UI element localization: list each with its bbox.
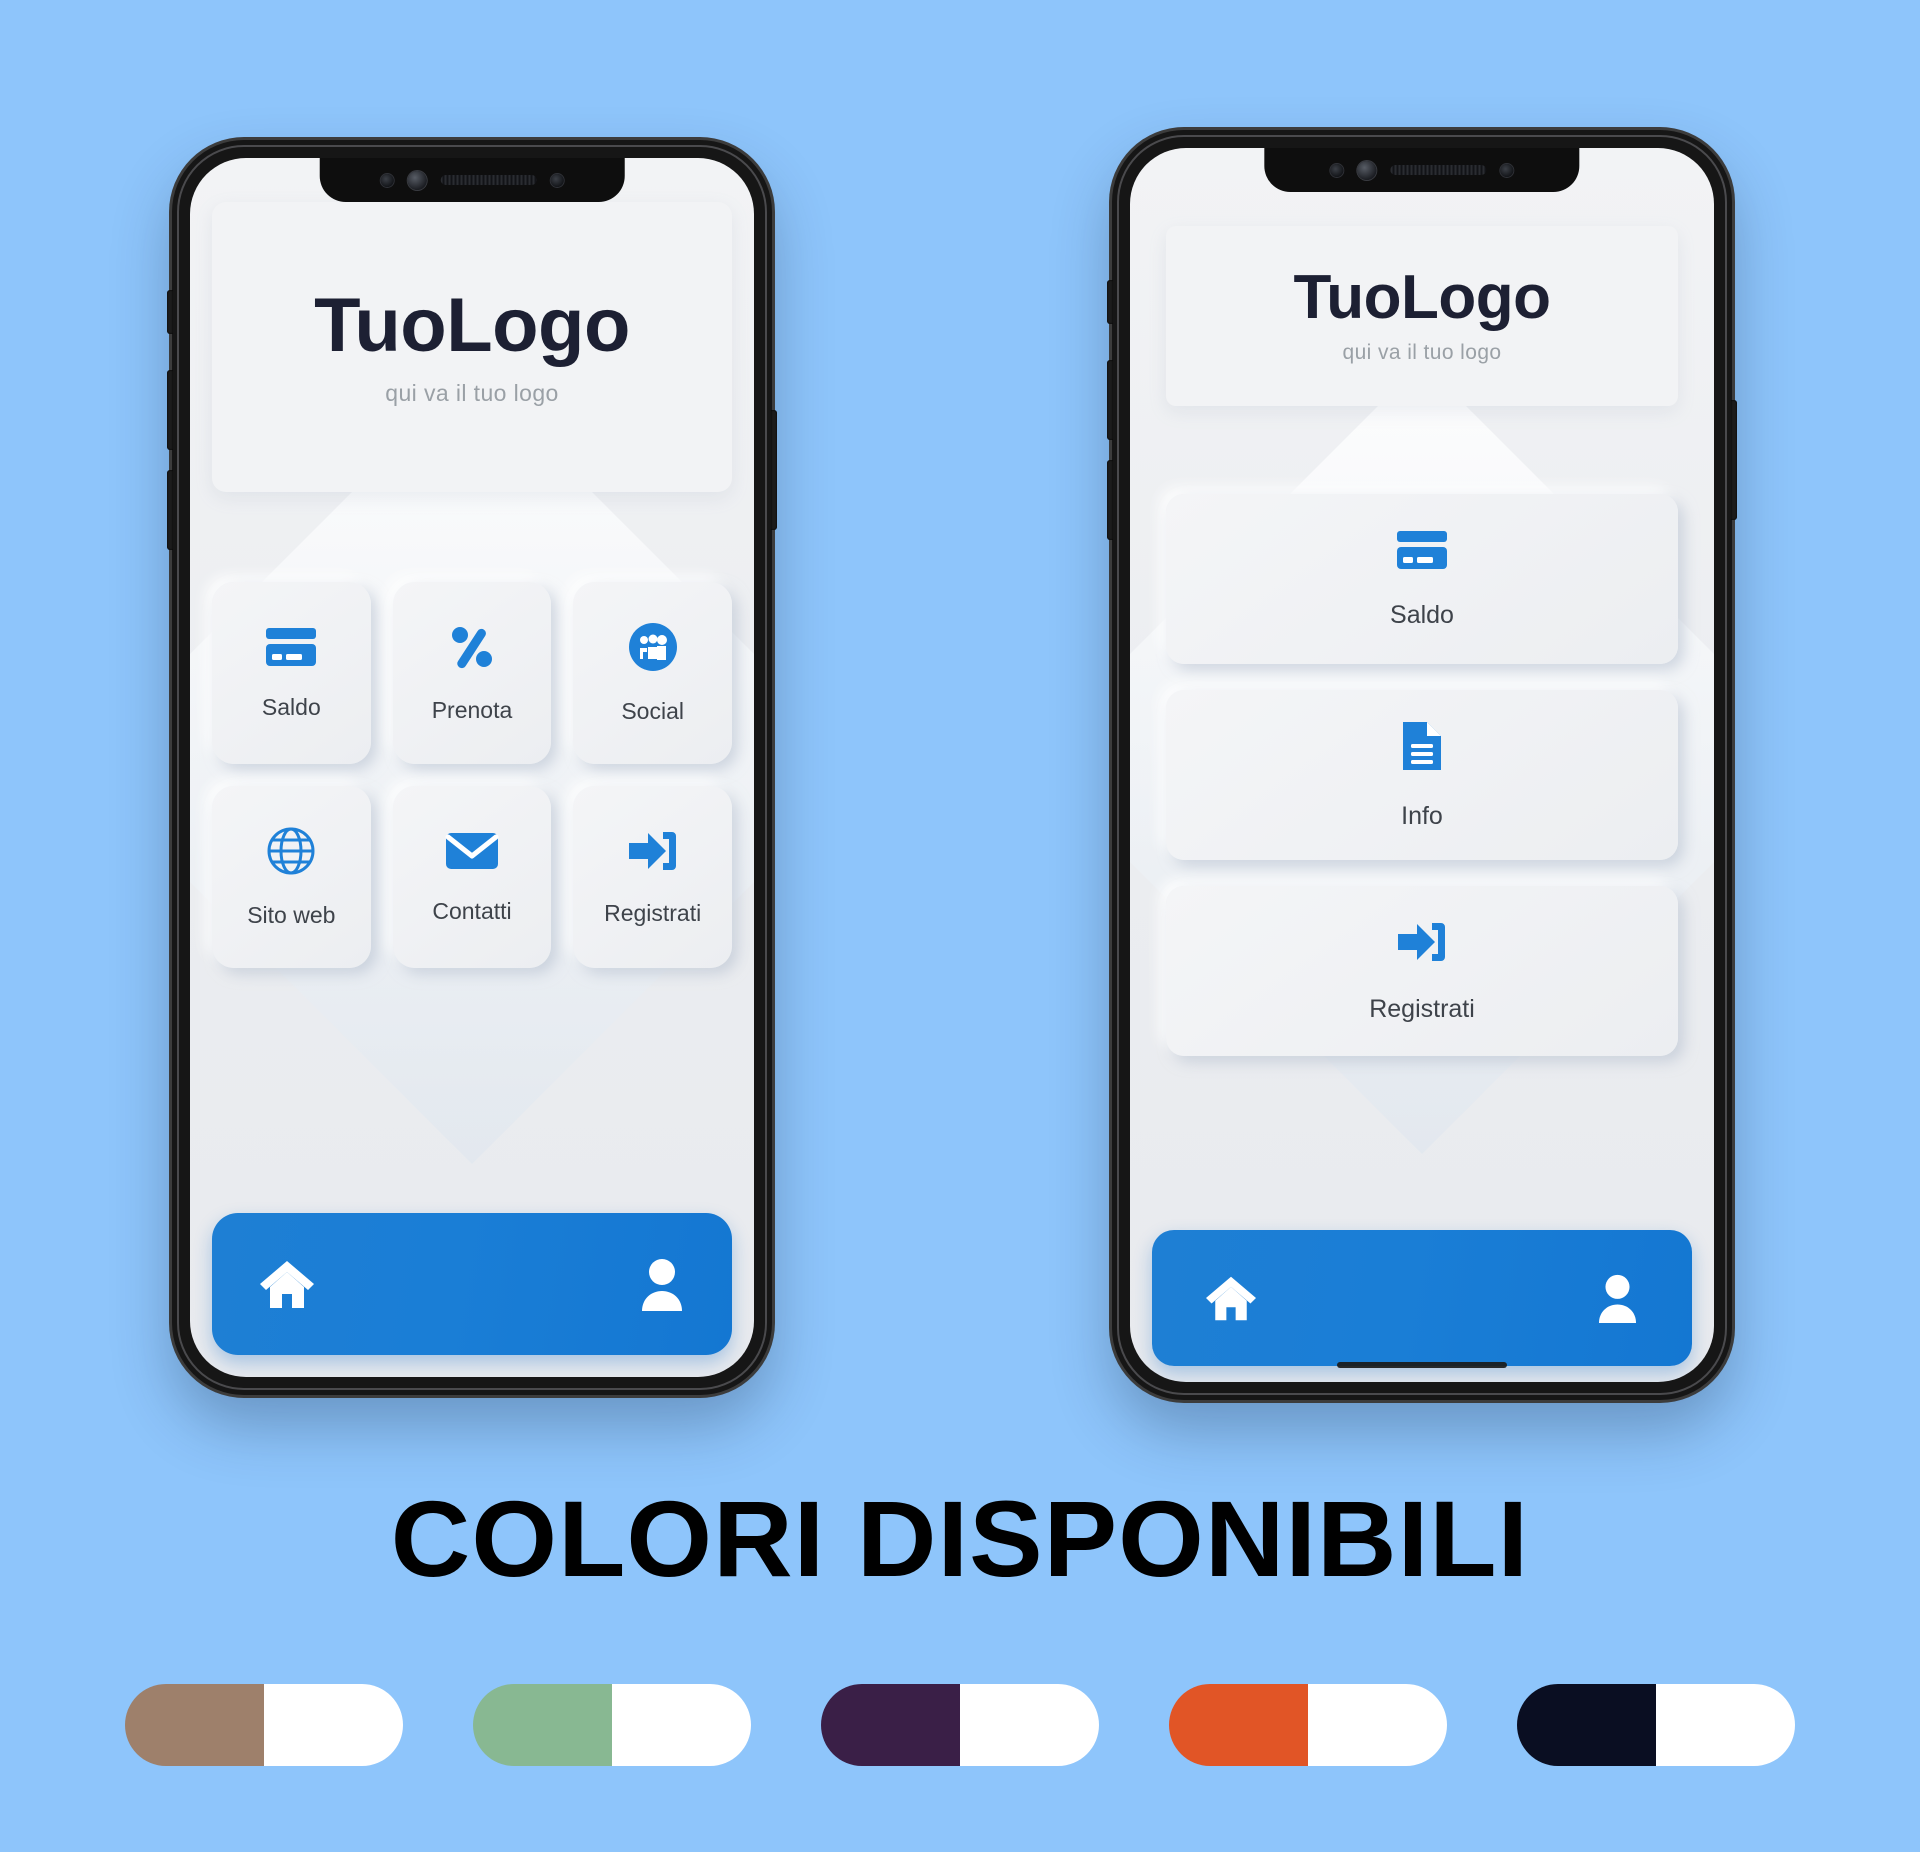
swatch-primary-half xyxy=(821,1684,960,1766)
card-label: Saldo xyxy=(1390,600,1454,629)
card-saldo[interactable]: Saldo xyxy=(1166,494,1678,664)
credit-card-icon xyxy=(264,626,318,668)
proximity-sensor-icon xyxy=(380,173,394,187)
swatch-orange[interactable] xyxy=(1169,1684,1447,1766)
phone1-bottom-nav xyxy=(212,1213,732,1355)
tile-label: Prenota xyxy=(431,696,513,723)
power-button[interactable] xyxy=(1731,400,1737,520)
login-arrow-icon xyxy=(627,828,679,874)
swatch-green[interactable] xyxy=(473,1684,751,1766)
home-icon[interactable] xyxy=(1204,1273,1258,1323)
phone1-tile-grid: Saldo Prenota Social Sito web Contatti R… xyxy=(212,582,732,968)
swatch-secondary-half xyxy=(264,1684,403,1766)
swatch-primary-half xyxy=(473,1684,612,1766)
phone2-logo-header: TuoLogo qui va il tuo logo xyxy=(1166,226,1678,406)
tile-label: Sito web xyxy=(247,901,336,928)
phone2-notch xyxy=(1264,148,1580,192)
social-group-icon xyxy=(628,622,678,672)
tile-social[interactable]: Social xyxy=(573,582,732,764)
color-swatch-row xyxy=(0,1684,1920,1766)
swatch-secondary-half xyxy=(1308,1684,1447,1766)
phone1-notch xyxy=(319,158,625,202)
swatch-primary-half xyxy=(1517,1684,1656,1766)
phone1-logo-header: TuoLogo qui va il tuo logo xyxy=(212,202,732,492)
home-indicator xyxy=(1337,1362,1507,1368)
swatch-primary-half xyxy=(1169,1684,1308,1766)
phone1-logo-subtitle: qui va il tuo logo xyxy=(385,379,559,406)
volume-up-button[interactable] xyxy=(1107,360,1113,440)
percent-icon xyxy=(448,623,496,671)
poster-canvas: { "poster": { "background_color": "#8ec5… xyxy=(0,0,1920,1852)
mute-switch[interactable] xyxy=(1107,280,1113,324)
tile-registrati[interactable]: Registrati xyxy=(573,786,732,968)
swatch-brown[interactable] xyxy=(125,1684,403,1766)
phone2-logo-subtitle: qui va il tuo logo xyxy=(1342,341,1502,364)
mute-switch[interactable] xyxy=(167,290,173,334)
home-icon[interactable] xyxy=(258,1257,316,1311)
globe-icon xyxy=(266,826,316,876)
front-camera-icon xyxy=(1357,160,1377,180)
swatch-secondary-half xyxy=(960,1684,1099,1766)
swatch-secondary-half xyxy=(1656,1684,1795,1766)
login-arrow-icon xyxy=(1396,919,1448,965)
tile-prenota[interactable]: Prenota xyxy=(392,582,552,764)
tile-label: Social xyxy=(621,697,684,724)
volume-down-button[interactable] xyxy=(167,470,173,550)
front-camera-icon xyxy=(407,170,427,190)
ambient-light-sensor-icon xyxy=(550,173,564,187)
tile-label: Saldo xyxy=(261,693,321,720)
proximity-sensor-icon xyxy=(1330,163,1344,177)
card-label: Info xyxy=(1401,801,1443,830)
credit-card-icon xyxy=(1395,529,1449,571)
swatch-primary-half xyxy=(125,1684,264,1766)
phone1-logo-title: TuoLogo xyxy=(314,282,630,368)
envelope-icon xyxy=(445,830,499,872)
earpiece-speaker-icon xyxy=(440,175,537,185)
profile-icon[interactable] xyxy=(638,1257,686,1311)
phone2-bottom-nav xyxy=(1152,1230,1692,1366)
volume-down-button[interactable] xyxy=(1107,460,1113,540)
swatch-secondary-half xyxy=(612,1684,751,1766)
tile-contatti[interactable]: Contatti xyxy=(392,786,552,968)
tile-saldo[interactable]: Saldo xyxy=(212,582,371,764)
colors-heading: COLORI DISPONIBILI xyxy=(390,1478,1530,1599)
phone2-screen: TuoLogo qui va il tuo logo Saldo Info Re… xyxy=(1130,148,1714,1382)
profile-icon[interactable] xyxy=(1595,1273,1640,1323)
volume-up-button[interactable] xyxy=(167,370,173,450)
swatch-navy[interactable] xyxy=(1517,1684,1795,1766)
ambient-light-sensor-icon xyxy=(1500,163,1514,177)
document-icon xyxy=(1401,720,1443,772)
tile-label: Registrati xyxy=(604,899,702,926)
card-label: Registrati xyxy=(1369,994,1475,1023)
tile-label: Contatti xyxy=(432,897,512,924)
phone1-screen: TuoLogo qui va il tuo logo Saldo Prenota… xyxy=(190,158,754,1377)
swatch-purple[interactable] xyxy=(821,1684,1099,1766)
phone-mockup-stack-layout: TuoLogo qui va il tuo logo Saldo Info Re… xyxy=(1107,130,1737,1400)
card-info[interactable]: Info xyxy=(1166,690,1678,860)
phone2-logo-title: TuoLogo xyxy=(1293,263,1551,332)
phones-showcase: TuoLogo qui va il tuo logo Saldo Prenota… xyxy=(0,0,1920,1460)
phone2-card-stack: Saldo Info Registrati xyxy=(1166,494,1678,1056)
power-button[interactable] xyxy=(771,410,777,530)
tile-sito-web[interactable]: Sito web xyxy=(212,786,371,968)
card-registrati[interactable]: Registrati xyxy=(1166,886,1678,1056)
phone-mockup-grid-layout: TuoLogo qui va il tuo logo Saldo Prenota… xyxy=(167,140,777,1395)
earpiece-speaker-icon xyxy=(1390,165,1487,175)
